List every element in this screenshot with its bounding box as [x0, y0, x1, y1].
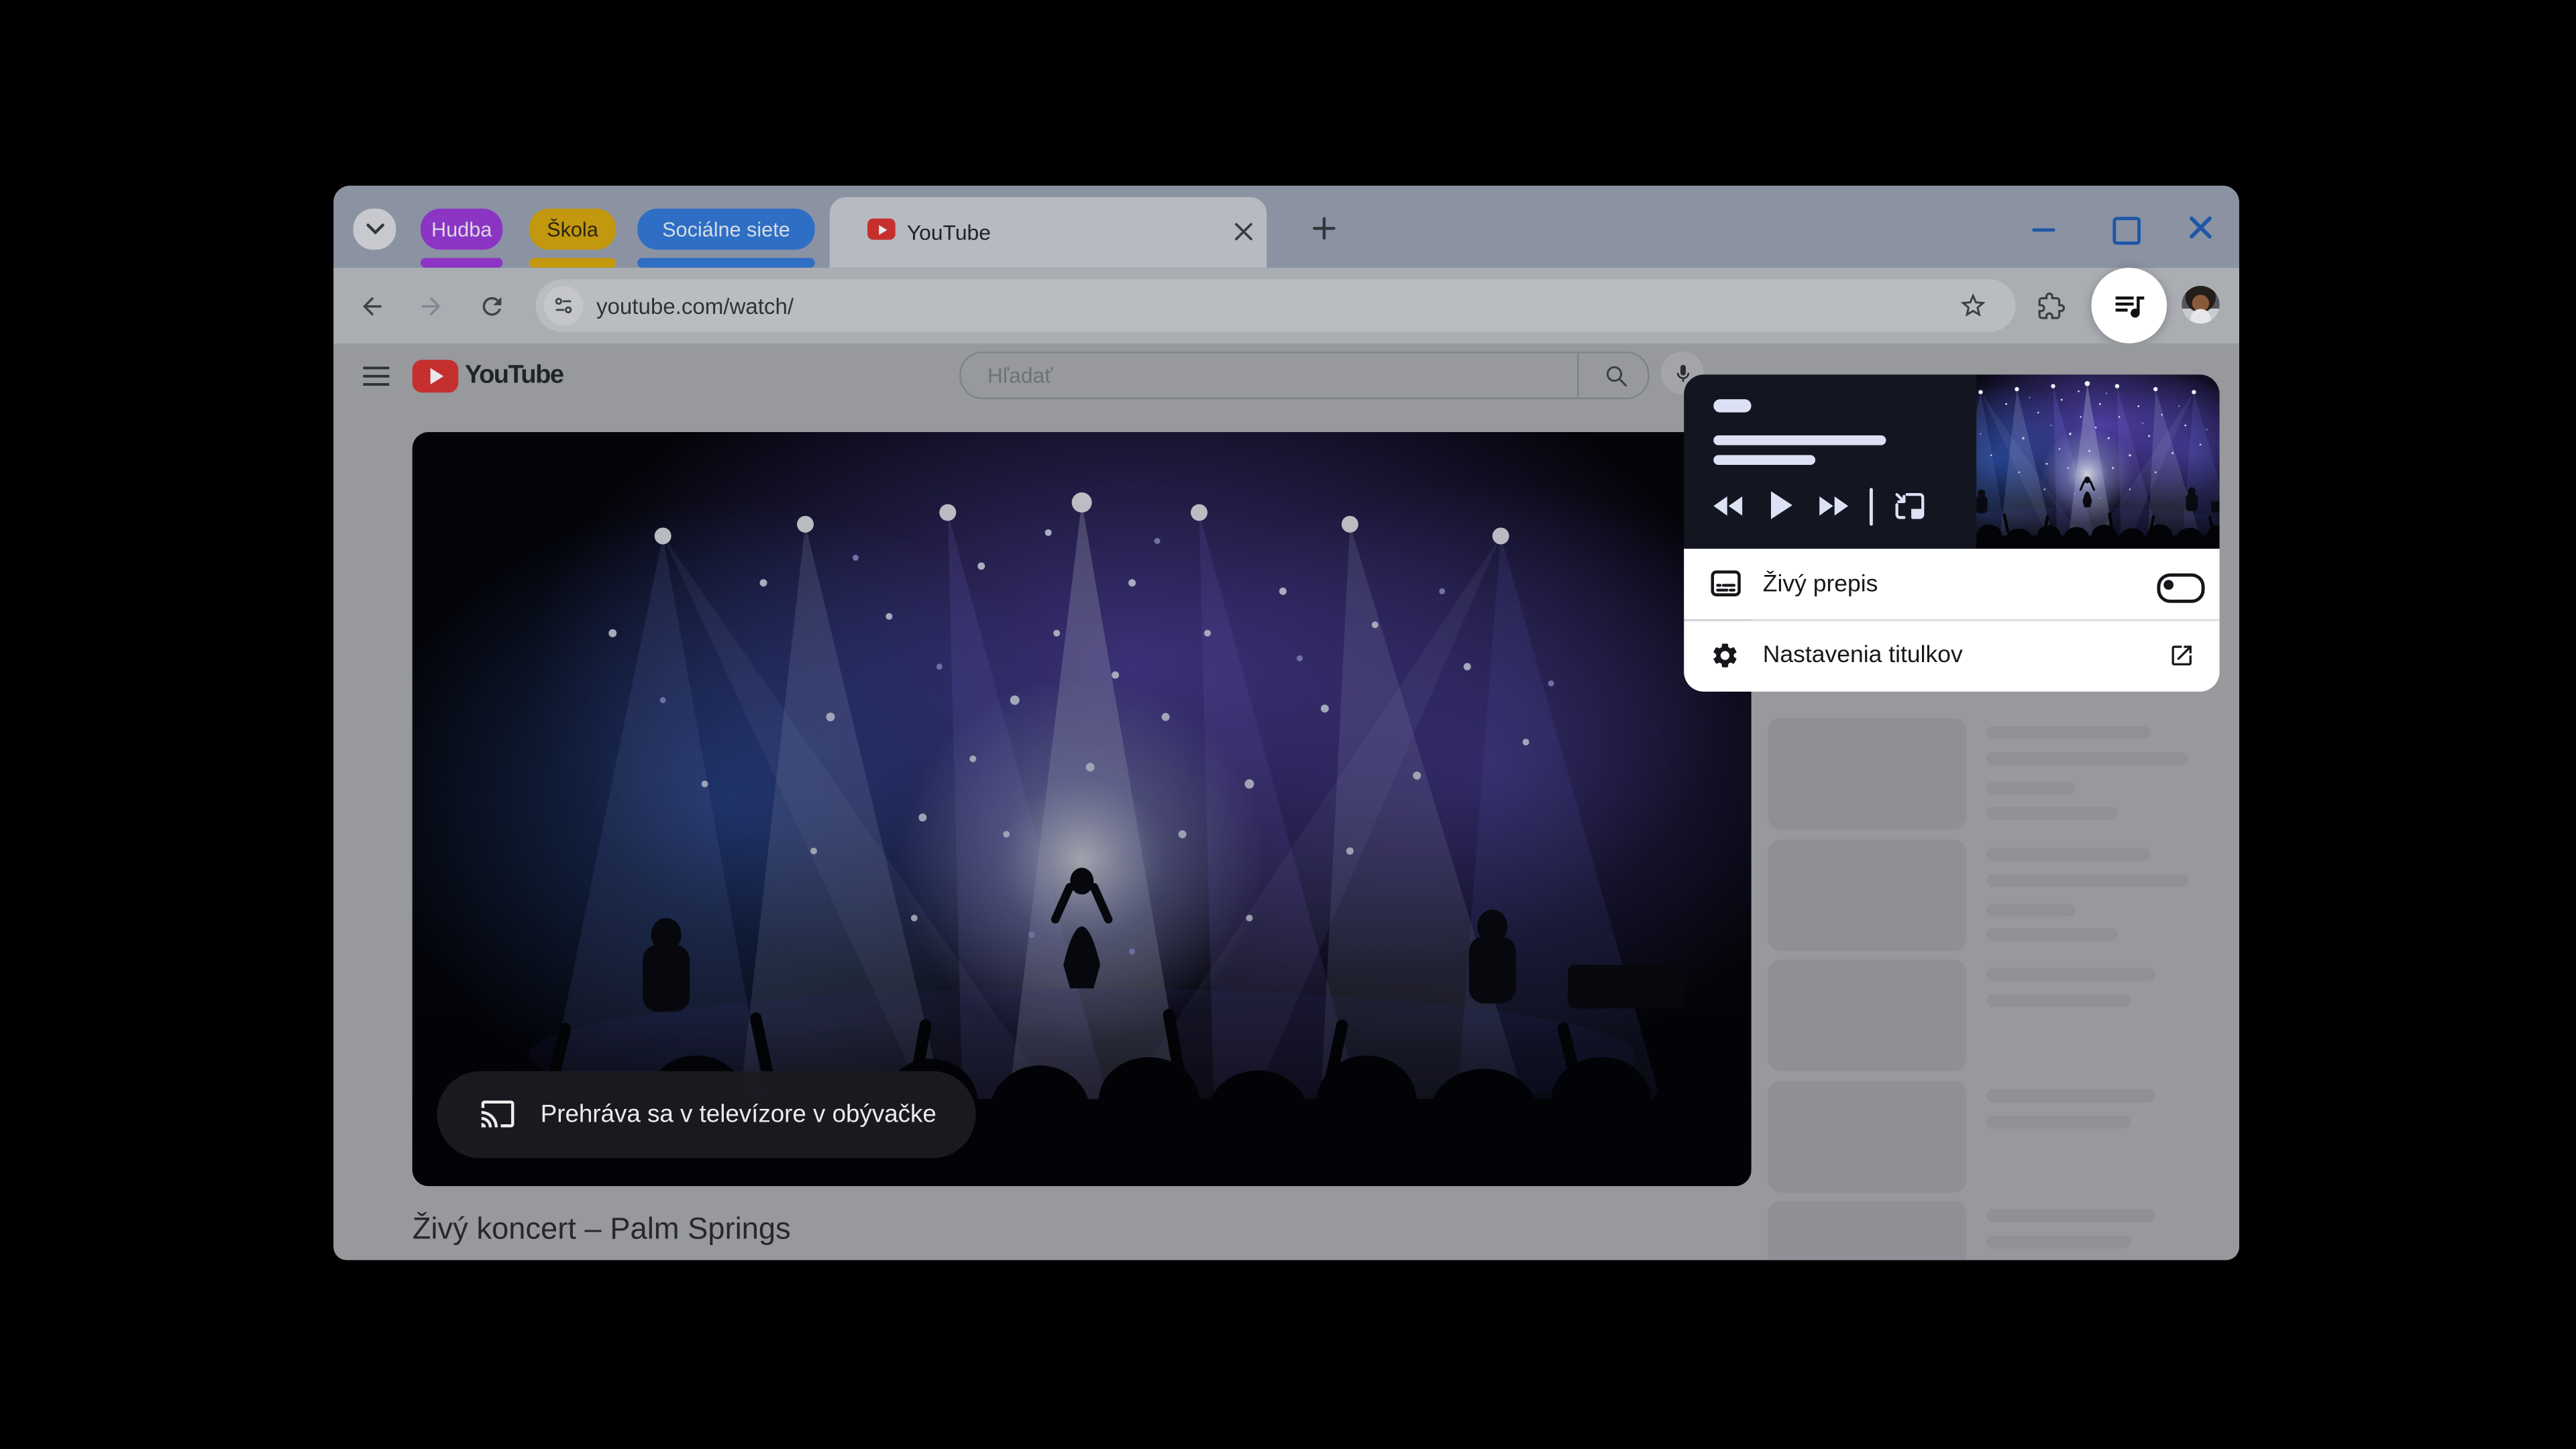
youtube-logo-text[interactable]: YouTube — [465, 345, 563, 407]
media-session-card — [1684, 374, 2219, 549]
cast-status-overlay: Prehráva sa v televízore v obývačke — [437, 1071, 975, 1159]
skeleton-thumbnail — [1768, 718, 1966, 830]
media-source-placeholder — [1713, 399, 1751, 413]
extensions-icon[interactable] — [2037, 292, 2065, 320]
media-artist-placeholder — [1713, 455, 1815, 465]
tab-group-hudba-label: Hudba — [431, 217, 492, 240]
tab-group-socialne-siete[interactable]: Sociálne siete — [637, 209, 814, 250]
live-caption-icon — [1710, 570, 1741, 598]
cast-status-text: Prehráva sa v televízore v obývačke — [541, 1101, 936, 1129]
live-caption-row[interactable]: Živý prepis — [1684, 549, 2219, 619]
search-icon[interactable] — [1603, 363, 1629, 389]
previous-track-icon[interactable] — [1713, 493, 1746, 519]
skeleton-text-line — [1986, 782, 2075, 796]
tab-group-socialne-siete-label: Sociálne siete — [662, 217, 790, 240]
next-track-icon[interactable] — [1815, 493, 1848, 519]
bookmark-star-icon[interactable] — [1958, 290, 1988, 320]
skeleton-text-line — [1986, 1236, 2131, 1249]
controls-divider — [1870, 488, 1873, 525]
toolbar: youtube.com/watch/ — [333, 268, 2239, 343]
related-video-skeleton-item — [1768, 839, 2208, 951]
hamburger-menu-icon[interactable] — [363, 366, 389, 386]
skeleton-text-line — [1986, 806, 2118, 820]
caption-settings-row[interactable]: Nastavenia titulkov — [1684, 620, 2219, 690]
open-in-new-icon — [2169, 641, 2195, 667]
play-icon[interactable] — [1770, 491, 1792, 519]
search-bar[interactable]: Hľadať — [959, 352, 1650, 399]
row-divider — [1684, 619, 2219, 621]
gear-icon — [1710, 641, 1739, 670]
address-bar[interactable]: youtube.com/watch/ — [535, 279, 2016, 331]
related-video-skeleton-item — [1768, 959, 2208, 1071]
picture-in-picture-icon[interactable] — [1892, 490, 1927, 523]
media-title-placeholder — [1713, 435, 1886, 445]
video-title: Živý koncert – Palm Springs — [413, 1211, 791, 1247]
browser-window: Hudba Škola Sociálne siete YouTube — [333, 186, 2239, 1260]
tab-youtube[interactable]: YouTube — [830, 197, 1267, 268]
toggle-knob — [2163, 579, 2174, 589]
tab-title: YouTube — [907, 197, 991, 268]
related-video-skeleton-item — [1768, 1080, 2208, 1192]
tab-search-button[interactable] — [354, 209, 396, 250]
chevron-down-icon — [366, 223, 384, 235]
tab-group-hudba[interactable]: Hudba — [421, 209, 502, 250]
url-text: youtube.com/watch/ — [596, 279, 794, 331]
related-video-skeleton-item — [1768, 718, 2208, 830]
search-divider — [1577, 354, 1578, 398]
skeleton-thumbnail — [1768, 1201, 1966, 1260]
playlist-music-icon — [2111, 288, 2147, 324]
skeleton-text-line — [1986, 967, 2155, 981]
profile-avatar[interactable] — [2182, 286, 2219, 323]
tab-group-socialne-siete-underline — [637, 258, 814, 268]
tab-group-skola-label: Škola — [547, 217, 598, 240]
back-icon[interactable] — [358, 292, 386, 320]
skeleton-text-line — [1986, 1115, 2131, 1128]
new-tab-button[interactable] — [1313, 217, 1336, 239]
skeleton-text-line — [1986, 1088, 2155, 1102]
cast-icon — [480, 1099, 516, 1130]
concert-thumbnail-image — [1976, 374, 2219, 549]
window-minimize-button[interactable] — [2032, 227, 2055, 231]
reload-icon[interactable] — [478, 292, 506, 320]
tune-icon — [552, 294, 575, 317]
youtube-favicon-icon — [867, 219, 896, 240]
skeleton-text-line — [1986, 873, 2188, 887]
skeleton-thumbnail — [1768, 1080, 1966, 1192]
search-placeholder: Hľadať — [987, 354, 1053, 398]
skeleton-text-line — [1986, 994, 2131, 1008]
skeleton-thumbnail — [1768, 959, 1966, 1071]
youtube-logo-icon[interactable] — [413, 360, 459, 392]
tab-group-skola[interactable]: Škola — [529, 209, 616, 250]
live-caption-toggle[interactable] — [2157, 572, 2205, 602]
window-maximize-button[interactable] — [2112, 217, 2141, 245]
forward-icon[interactable] — [417, 292, 445, 320]
skeleton-text-line — [1986, 847, 2151, 860]
video-player[interactable]: Prehráva sa v televízore v obývačke — [413, 432, 1752, 1186]
skeleton-text-line — [1986, 927, 2118, 941]
media-thumbnail — [1976, 374, 2219, 549]
screen: Hudba Škola Sociálne siete YouTube — [0, 0, 2576, 1449]
skeleton-thumbnail — [1768, 839, 1966, 951]
related-video-skeleton-item — [1768, 1201, 2208, 1260]
caption-settings-label: Nastavenia titulkov — [1763, 643, 1963, 669]
live-caption-label: Živý prepis — [1763, 571, 1878, 597]
skeleton-text-line — [1986, 903, 2075, 916]
tab-group-skola-underline — [529, 258, 616, 268]
skeleton-text-line — [1986, 726, 2151, 739]
tab-group-hudba-underline — [421, 258, 502, 268]
site-settings-button[interactable] — [544, 286, 584, 325]
tab-close-icon[interactable] — [1232, 220, 1255, 243]
window-close-button[interactable] — [2187, 213, 2215, 241]
media-controls-button[interactable] — [2092, 268, 2167, 343]
skeleton-text-line — [1986, 753, 2188, 766]
skeleton-text-line — [1986, 1209, 2155, 1222]
